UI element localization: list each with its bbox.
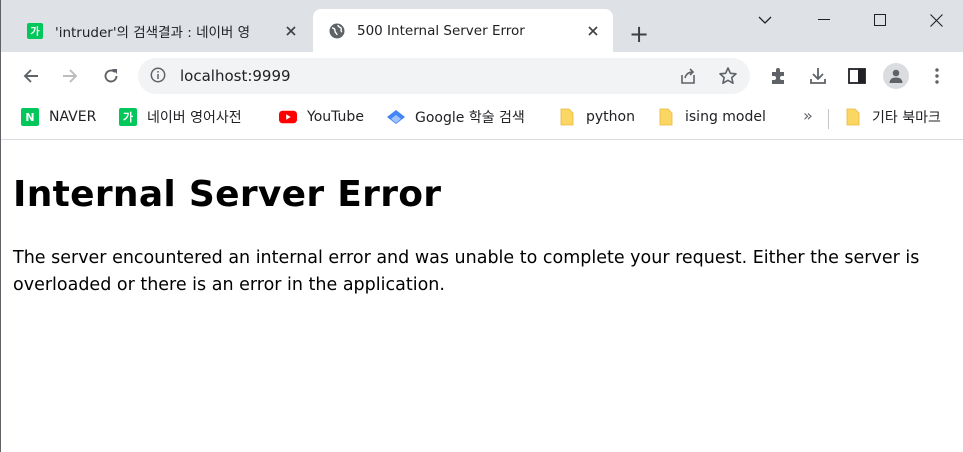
folder-icon xyxy=(657,108,675,126)
info-icon[interactable] xyxy=(150,67,166,87)
forward-arrow-icon xyxy=(63,69,78,83)
naver-n-icon: N xyxy=(21,108,39,126)
person-icon xyxy=(889,69,903,83)
reload-icon xyxy=(104,69,118,83)
close-tab-icon[interactable] xyxy=(583,21,603,41)
minimize-icon xyxy=(818,19,830,20)
share-icon[interactable] xyxy=(678,66,698,90)
page-content: Internal Server Error The server encount… xyxy=(13,140,958,299)
chevron-down-icon xyxy=(758,16,772,24)
close-tab-icon[interactable] xyxy=(281,21,301,41)
back-arrow-icon xyxy=(23,69,38,83)
bookmark-label: 기타 북마크 xyxy=(872,110,941,126)
scholar-icon xyxy=(387,108,405,126)
browser-toolbar: localhost:9999 xyxy=(1,52,963,100)
naver-ga-icon: 가 xyxy=(27,22,43,39)
bookmark-youtube[interactable]: YouTube xyxy=(279,107,364,127)
downloads-button[interactable] xyxy=(804,62,832,90)
puzzle-icon xyxy=(772,68,784,84)
side-panel-icon xyxy=(848,68,866,84)
side-panel-button[interactable] xyxy=(843,62,871,90)
bookmark-label: NAVER xyxy=(49,109,97,125)
tab-strip: 가 'intruder'의 검색결과 : 네이버 영 500 Internal … xyxy=(1,0,963,52)
kebab-menu-icon xyxy=(935,68,939,84)
tab-naver-search[interactable]: 가 'intruder'의 검색결과 : 네이버 영 xyxy=(11,9,311,52)
bookmark-label: 네이버 영어사전 xyxy=(147,110,242,126)
naver-ga-icon: 가 xyxy=(119,108,137,126)
address-bar[interactable]: localhost:9999 xyxy=(138,58,750,94)
minimize-button[interactable] xyxy=(796,0,852,40)
new-tab-button[interactable]: + xyxy=(625,20,653,48)
tab-server-error[interactable]: 500 Internal Server Error xyxy=(313,9,613,52)
forward-button[interactable] xyxy=(56,62,84,90)
menu-button[interactable] xyxy=(923,62,951,90)
reload-button[interactable] xyxy=(97,62,125,90)
globe-icon xyxy=(329,23,345,39)
bookmark-label: python xyxy=(586,109,635,125)
bookmark-label: YouTube xyxy=(307,109,364,125)
close-icon xyxy=(929,13,943,27)
back-button[interactable] xyxy=(17,62,45,90)
bookmarks-divider xyxy=(828,109,829,129)
bookmarks-bar: N NAVER 가 네이버 영어사전 YouTube Google 학술 검색 … xyxy=(1,100,963,140)
download-icon xyxy=(810,68,826,84)
folder-icon xyxy=(844,108,862,126)
error-message: The server encountered an internal error… xyxy=(13,248,920,295)
maximize-button[interactable] xyxy=(852,0,908,40)
tab-title: 'intruder'의 검색결과 : 네이버 영 xyxy=(55,24,251,41)
bookmark-google-scholar[interactable]: Google 학술 검색 xyxy=(387,107,525,127)
close-window-button[interactable] xyxy=(908,0,963,40)
url-text[interactable]: localhost:9999 xyxy=(180,67,291,85)
bookmark-other-bookmarks[interactable]: 기타 북마크 xyxy=(844,107,941,127)
profile-avatar[interactable] xyxy=(883,63,909,89)
youtube-icon xyxy=(279,108,297,126)
bookmarks-overflow-button[interactable]: » xyxy=(803,106,813,125)
bookmark-star-icon[interactable] xyxy=(718,66,738,90)
tab-search-button[interactable] xyxy=(737,0,793,40)
tab-title: 500 Internal Server Error xyxy=(357,22,525,39)
bookmark-naver-dictionary[interactable]: 가 네이버 영어사전 xyxy=(119,107,242,127)
bookmark-naver[interactable]: N NAVER xyxy=(21,107,96,127)
maximize-icon xyxy=(874,14,886,26)
bookmark-folder-ising-model[interactable]: ising model xyxy=(657,107,766,127)
error-heading: Internal Server Error xyxy=(13,174,442,215)
bookmark-folder-python[interactable]: python xyxy=(558,107,635,127)
extensions-button[interactable] xyxy=(765,62,793,90)
folder-icon xyxy=(558,108,576,126)
bookmark-label: ising model xyxy=(685,109,766,125)
bookmark-label: Google 학술 검색 xyxy=(415,110,525,126)
